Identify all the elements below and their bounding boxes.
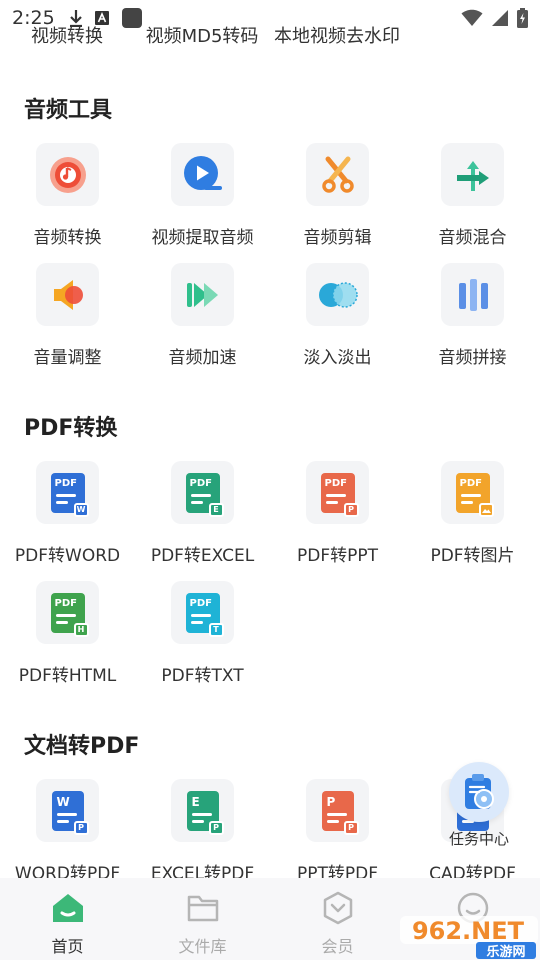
ppt-doc-icon: P P bbox=[321, 790, 359, 835]
pdf-html-icon: PDF H bbox=[50, 592, 89, 637]
image-mountain-icon bbox=[481, 509, 491, 513]
tool-pdf-to-html[interactable]: PDF H PDF转HTML bbox=[0, 581, 135, 693]
scissors-icon bbox=[321, 156, 354, 193]
splice-bars-icon bbox=[458, 278, 488, 311]
tool-label: 淡入淡出 bbox=[303, 348, 372, 368]
merge-arrows-icon bbox=[456, 160, 489, 191]
pdf-word-icon: PDF W bbox=[50, 472, 89, 517]
tool-label: 音量调整 bbox=[33, 348, 102, 368]
nav-item-home[interactable]: 首页 bbox=[0, 878, 135, 960]
tool-volume-adjust[interactable]: 音量调整 bbox=[0, 263, 135, 375]
tool-pdf-to-ppt[interactable]: PDF P PDF转PPT bbox=[270, 461, 405, 573]
video-extract-audio-icon bbox=[183, 155, 222, 190]
status-bar: 2:25 bbox=[0, 0, 540, 36]
svg-text:乐游网: 乐游网 bbox=[486, 944, 525, 960]
tool-label: PDF转TXT bbox=[161, 666, 244, 686]
tool-audio-mix[interactable]: 音频混合 bbox=[405, 143, 540, 255]
tool-audio-splice[interactable]: 音频拼接 bbox=[405, 263, 540, 375]
clipboard-disc-icon bbox=[465, 774, 494, 809]
pdf-image-icon: PDF bbox=[455, 472, 494, 517]
task-center-button[interactable]: 任务中心 bbox=[449, 762, 511, 852]
tool-audio-cut[interactable]: 音频剪辑 bbox=[270, 143, 405, 255]
tool-label: PDF转WORD bbox=[14, 546, 121, 566]
nav-label: 首页 bbox=[51, 937, 84, 956]
watermark-logo: 962.NET 乐游网 bbox=[398, 912, 540, 960]
tool-label: 视频提取音频 bbox=[151, 228, 254, 248]
tool-pdf-to-txt[interactable]: PDF T PDF转TXT bbox=[135, 581, 270, 693]
fade-circles-icon bbox=[318, 281, 358, 308]
folder-icon bbox=[187, 895, 218, 922]
speaker-icon bbox=[53, 279, 83, 310]
task-center-label: 任务中心 bbox=[448, 830, 509, 848]
tool-label: 音频剪辑 bbox=[303, 228, 372, 248]
section-title-doc-to-pdf: 文档转PDF bbox=[24, 734, 140, 759]
word-doc-icon: W P bbox=[51, 790, 89, 835]
wifi-icon bbox=[461, 9, 483, 26]
section-title-audio-tools: 音频工具 bbox=[24, 98, 113, 123]
tool-pdf-to-image[interactable]: PDF PDF转图片 bbox=[405, 461, 540, 573]
svg-text:962.NET: 962.NET bbox=[412, 917, 525, 945]
tool-label: PDF转EXCEL bbox=[150, 546, 255, 566]
tool-pdf-to-excel[interactable]: PDF E PDF转EXCEL bbox=[135, 461, 270, 573]
tool-ppt-to-pdf[interactable]: P P PPT转PDF bbox=[270, 779, 405, 891]
audio-convert-icon bbox=[49, 156, 86, 193]
download-icon bbox=[69, 10, 82, 27]
tool-excel-to-pdf[interactable]: E P EXCEL转PDF bbox=[135, 779, 270, 891]
vip-shield-icon bbox=[323, 891, 352, 925]
tool-audio-speedup[interactable]: 音频加速 bbox=[135, 263, 270, 375]
app-square-icon bbox=[121, 8, 142, 28]
tool-label: PDF转图片 bbox=[430, 546, 515, 566]
tool-label: PDF转PPT bbox=[296, 546, 378, 566]
pdf-excel-icon: PDF E bbox=[185, 472, 224, 517]
tool-video-extract-audio[interactable]: 视频提取音频 bbox=[135, 143, 270, 255]
section-title-pdf-convert: PDF转换 bbox=[24, 416, 118, 441]
fast-forward-icon bbox=[186, 282, 218, 307]
tool-audio-convert[interactable]: 音频转换 bbox=[0, 143, 135, 255]
tool-pdf-to-word[interactable]: PDF W PDF转WORD bbox=[0, 461, 135, 573]
nav-label: 会员 bbox=[321, 937, 354, 956]
signal-icon bbox=[492, 10, 508, 26]
tool-fade-in-out[interactable]: 淡入淡出 bbox=[270, 263, 405, 375]
pdf-ppt-icon: PDF P bbox=[320, 472, 359, 517]
tool-word-to-pdf[interactable]: W P WORD转PDF bbox=[0, 779, 135, 891]
tool-label: 音频拼接 bbox=[438, 348, 507, 368]
pdf-txt-icon: PDF T bbox=[185, 592, 224, 637]
battery-charging-icon bbox=[517, 8, 528, 28]
status-time: 2:25 bbox=[12, 7, 55, 29]
tool-label: 音频转换 bbox=[33, 228, 102, 248]
font-a-icon bbox=[94, 11, 109, 25]
excel-doc-icon: E P bbox=[186, 790, 224, 835]
home-icon bbox=[52, 894, 83, 922]
tool-label: 音频加速 bbox=[168, 348, 237, 368]
nav-item-file-library[interactable]: 文件库 bbox=[135, 878, 270, 960]
tool-label: PDF转HTML bbox=[18, 666, 117, 686]
nav-label: 文件库 bbox=[178, 937, 227, 956]
tool-label: 音频混合 bbox=[438, 228, 507, 248]
nav-item-membership[interactable]: 会员 bbox=[270, 878, 405, 960]
